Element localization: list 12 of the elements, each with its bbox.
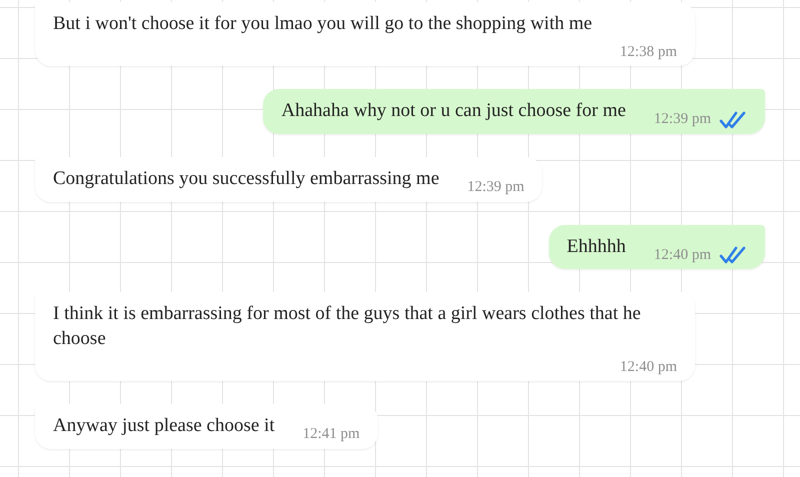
- message-time: 12:38 pm: [620, 42, 677, 62]
- message-time: 12:39 pm: [467, 178, 524, 198]
- message-time: 12:40 pm: [654, 246, 711, 264]
- message-text: Anyway just please choose it: [53, 414, 275, 438]
- message-text: But i won't choose it for you lmao you will go to the shopping with me: [53, 12, 592, 36]
- message-time: 12:40 pm: [620, 358, 677, 377]
- message-time: 12:41 pm: [302, 425, 360, 444]
- message-text: Ahahaha why not or u can just choose for me: [281, 99, 626, 124]
- message-text: Congratulations you successfully embarrassing me: [53, 166, 440, 191]
- message-text: Ehhhhh: [566, 234, 626, 259]
- message-text: I think it is embarrassing for most of the guys that a girl wears clothes that he choose: [53, 302, 642, 351]
- message-time: 12:39 pm: [654, 110, 711, 130]
